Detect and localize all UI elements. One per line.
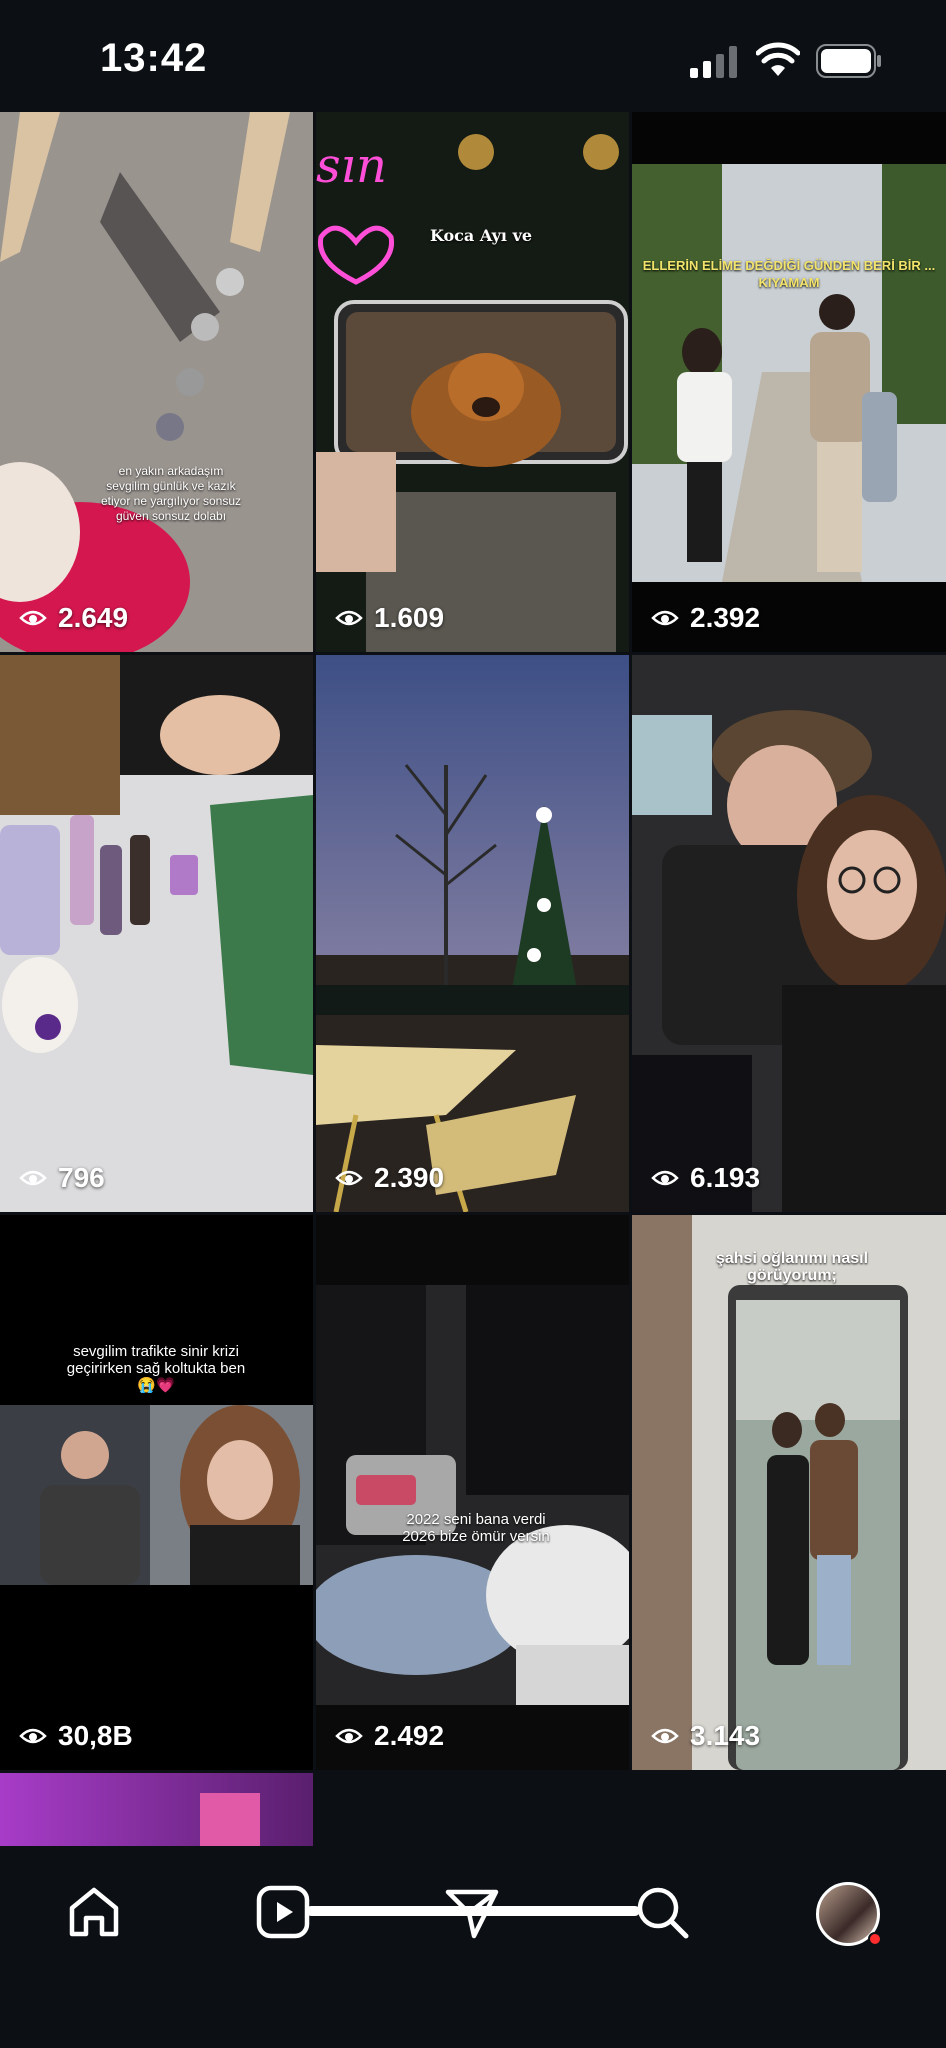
view-count: 2.390 xyxy=(334,1162,444,1194)
status-time: 13:42 xyxy=(100,36,208,80)
view-count-label: 2.649 xyxy=(58,602,129,633)
reel-thumbnail xyxy=(632,112,946,652)
search-icon xyxy=(637,1887,689,1939)
reel-tile[interactable]: 2022 seni bana verdi 2026 bize ömür vers… xyxy=(316,1215,629,1770)
reel-tile[interactable]: 6.193 xyxy=(632,655,946,1212)
nav-home[interactable] xyxy=(58,1876,130,1948)
eye-icon xyxy=(19,610,47,626)
eye-icon xyxy=(651,1170,679,1186)
reel-thumbnail xyxy=(316,1215,629,1770)
reel-tile[interactable]: sevgilim trafikte sinir krizi geçirirken… xyxy=(0,1215,313,1770)
eye-icon xyxy=(335,1170,363,1186)
reel-caption: şahsi oğlanımı nasıl görüyorum; xyxy=(715,1250,869,1284)
view-count: 2.492 xyxy=(334,1720,444,1752)
eye-icon xyxy=(651,610,679,626)
view-count-label: 2.392 xyxy=(690,602,761,633)
reel-thumbnail: sın xyxy=(316,112,629,652)
bottom-nav xyxy=(0,1846,946,2048)
reels-icon xyxy=(256,1885,310,1939)
reel-tile[interactable]: şahsi oğlanımı nasıl görüyorum; 3.143 xyxy=(632,1215,946,1770)
view-count: 1.609 xyxy=(334,602,444,634)
view-count-label: 6.193 xyxy=(690,1162,761,1193)
reel-caption: sevgilim trafikte sinir krizi geçirirken… xyxy=(66,1343,246,1394)
svg-text:sın: sın xyxy=(316,138,387,194)
home-icon xyxy=(69,1887,119,1937)
home-indicator xyxy=(306,1906,640,1916)
reel-thumbnail xyxy=(632,655,946,1212)
view-count: 30,8B xyxy=(18,1720,133,1752)
view-count: 2.649 xyxy=(18,602,128,634)
reel-thumbnail xyxy=(0,1773,313,1846)
reel-thumbnail xyxy=(316,655,629,1212)
reel-caption: en yakın arkadaşım sevgilim günlük ve ka… xyxy=(100,464,242,523)
signal-icon xyxy=(690,46,737,78)
battery-icon xyxy=(816,44,881,78)
reel-thumbnail xyxy=(0,655,313,1212)
reel-thumbnail xyxy=(0,1215,313,1770)
reel-tile[interactable]: ELLERİN ELİME DEĞDİĞİ GÜNDEN BERİ BİR ..… xyxy=(632,112,946,652)
wifi-icon xyxy=(756,42,800,76)
view-count-label: 1.609 xyxy=(374,602,445,633)
eye-icon xyxy=(335,1728,363,1744)
notification-dot xyxy=(868,1932,882,1946)
reel-tile[interactable]: en yakın arkadaşım sevgilim günlük ve ka… xyxy=(0,112,313,652)
view-count-label: 30,8B xyxy=(58,1720,133,1751)
reel-caption: 2022 seni bana verdi 2026 bize ömür vers… xyxy=(402,1511,550,1545)
eye-icon xyxy=(335,610,363,626)
view-count: 3.143 xyxy=(650,1720,760,1752)
view-count: 796 xyxy=(18,1162,105,1194)
view-count-label: 2.390 xyxy=(374,1162,445,1193)
reel-caption: Koca Ayı ve xyxy=(429,226,533,245)
reel-thumbnail xyxy=(0,112,313,652)
reel-tile[interactable]: 796 xyxy=(0,655,313,1212)
reel-tile[interactable] xyxy=(0,1773,313,1846)
reel-caption: ELLERİN ELİME DEĞDİĞİ GÜNDEN BERİ BİR ..… xyxy=(642,258,936,290)
eye-icon xyxy=(19,1728,47,1744)
eye-icon xyxy=(651,1728,679,1744)
view-count: 6.193 xyxy=(650,1162,760,1194)
reel-thumbnail xyxy=(632,1215,946,1770)
reel-tile[interactable]: 2.390 xyxy=(316,655,629,1212)
view-count: 2.392 xyxy=(650,602,760,634)
eye-icon xyxy=(19,1170,47,1186)
view-count-label: 2.492 xyxy=(374,1720,445,1751)
status-bar: 13:42 xyxy=(0,0,946,112)
view-count-label: 3.143 xyxy=(690,1720,761,1751)
reel-tile[interactable]: sın Koca Ayı ve 1.609 xyxy=(316,112,629,652)
view-count-label: 796 xyxy=(58,1162,105,1193)
